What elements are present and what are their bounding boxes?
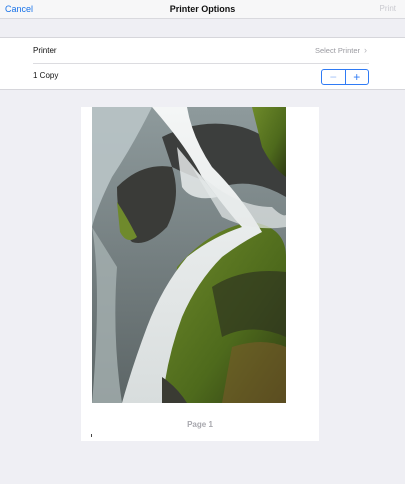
printer-label: Printer <box>33 46 57 55</box>
page-title: Printer Options <box>169 4 236 14</box>
print-preview-page[interactable]: Page 1 <box>81 107 319 441</box>
copies-label: 1 Copy <box>33 71 59 80</box>
print-button[interactable]: Print <box>380 4 396 13</box>
page-marker <box>91 434 92 437</box>
plus-icon: + <box>353 70 361 84</box>
navigation-bar: Cancel Printer Options Print <box>0 0 405 19</box>
select-printer-value[interactable]: Select Printer › <box>314 45 367 56</box>
copies-row: 1 Copy − + <box>33 63 369 88</box>
minus-icon: − <box>329 70 337 84</box>
decrement-button[interactable]: − <box>322 70 346 84</box>
printer-options-group: Printer Select Printer › 1 Copy − + <box>0 37 405 90</box>
copies-stepper: − + <box>321 69 369 85</box>
page-number-label: Page 1 <box>187 420 213 429</box>
waterfall-photo <box>92 107 286 403</box>
printer-row[interactable]: Printer Select Printer › <box>33 38 369 64</box>
increment-button[interactable]: + <box>346 70 369 84</box>
chevron-right-icon: › <box>364 45 367 55</box>
select-printer-text: Select Printer <box>314 46 360 55</box>
